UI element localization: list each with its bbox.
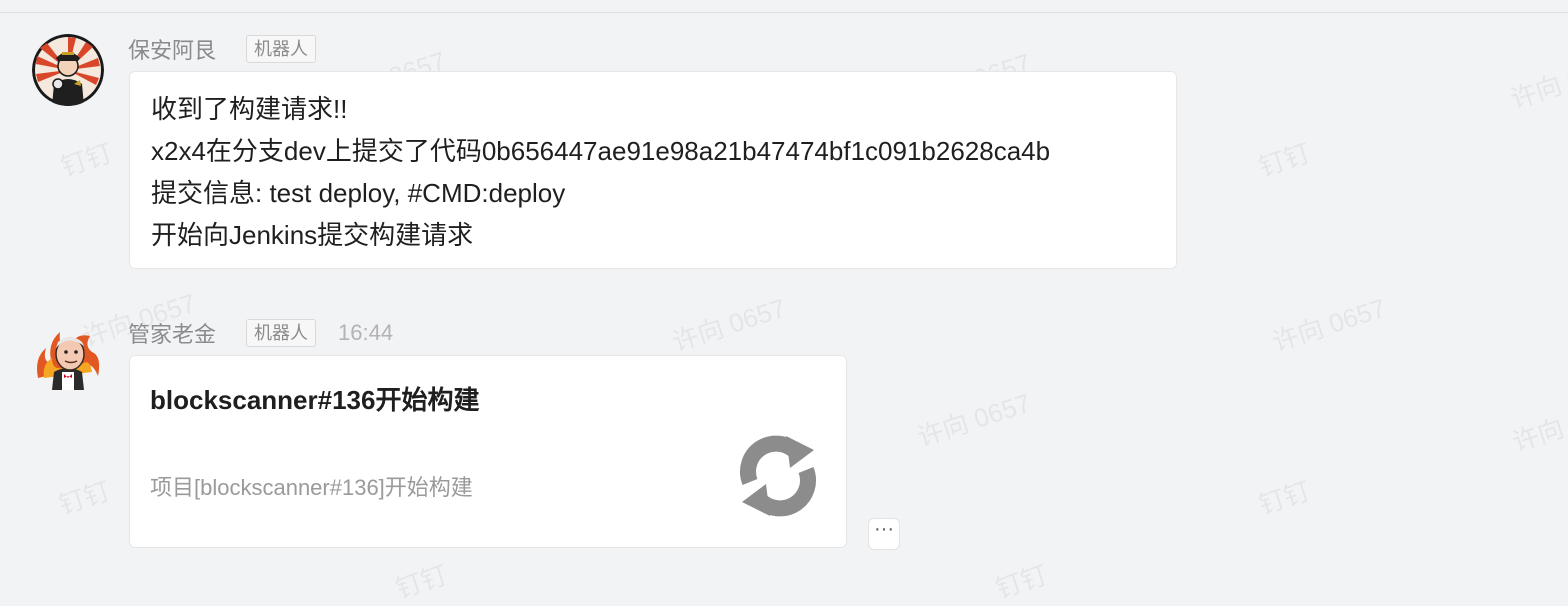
message-line: 收到了构建请求!! — [151, 94, 348, 124]
message-line: 开始向Jenkins提交构建请求 — [151, 220, 474, 250]
watermark: 许向 0657 — [1268, 292, 1390, 358]
watermark: 钉钉 — [55, 475, 114, 521]
watermark: 许向 0657 — [913, 387, 1035, 453]
watermark: 许向 0657 — [668, 292, 790, 358]
message-sender-row: 管家老金 机器人 16:44 — [128, 318, 393, 348]
message-timestamp: 16:44 — [338, 320, 394, 345]
watermark: 钉钉 — [1255, 137, 1314, 183]
card-title: blockscanner#136开始构建 — [150, 385, 480, 415]
sender-name[interactable]: 管家老金 — [128, 317, 216, 349]
avatar[interactable] — [32, 34, 104, 106]
top-divider — [0, 12, 1568, 13]
card-description: 项目[blockscanner#136]开始构建 — [150, 475, 473, 500]
butler-jenkins-avatar-icon — [37, 332, 100, 390]
avatar[interactable] — [32, 318, 104, 390]
message-bubble[interactable]: 收到了构建请求!! x2x4在分支dev上提交了代码0b656447ae91e9… — [129, 71, 1177, 269]
watermark: 钉钉 — [392, 559, 451, 605]
more-options-button[interactable]: ··· — [868, 518, 900, 550]
message-line: 提交信息: test deploy, #CMD:deploy — [151, 178, 566, 208]
watermark: 许向 0657 — [1506, 49, 1568, 115]
refresh-icon — [730, 428, 826, 524]
watermark: 钉钉 — [1255, 475, 1314, 521]
bot-badge: 机器人 — [246, 319, 317, 347]
watermark: 许向 0657 — [1508, 392, 1568, 458]
security-guard-avatar-icon — [32, 34, 104, 106]
message-line: x2x4在分支dev上提交了代码0b656447ae91e98a21b47474… — [151, 136, 1051, 166]
sender-name[interactable]: 保安阿艮 — [128, 33, 216, 65]
message-sender-row: 保安阿艮 机器人 — [128, 33, 317, 65]
build-card[interactable]: blockscanner#136开始构建 项目[blockscanner#136… — [129, 355, 847, 548]
watermark: 钉钉 — [57, 137, 116, 183]
watermark: 钉钉 — [992, 559, 1051, 605]
bot-badge: 机器人 — [246, 35, 317, 63]
